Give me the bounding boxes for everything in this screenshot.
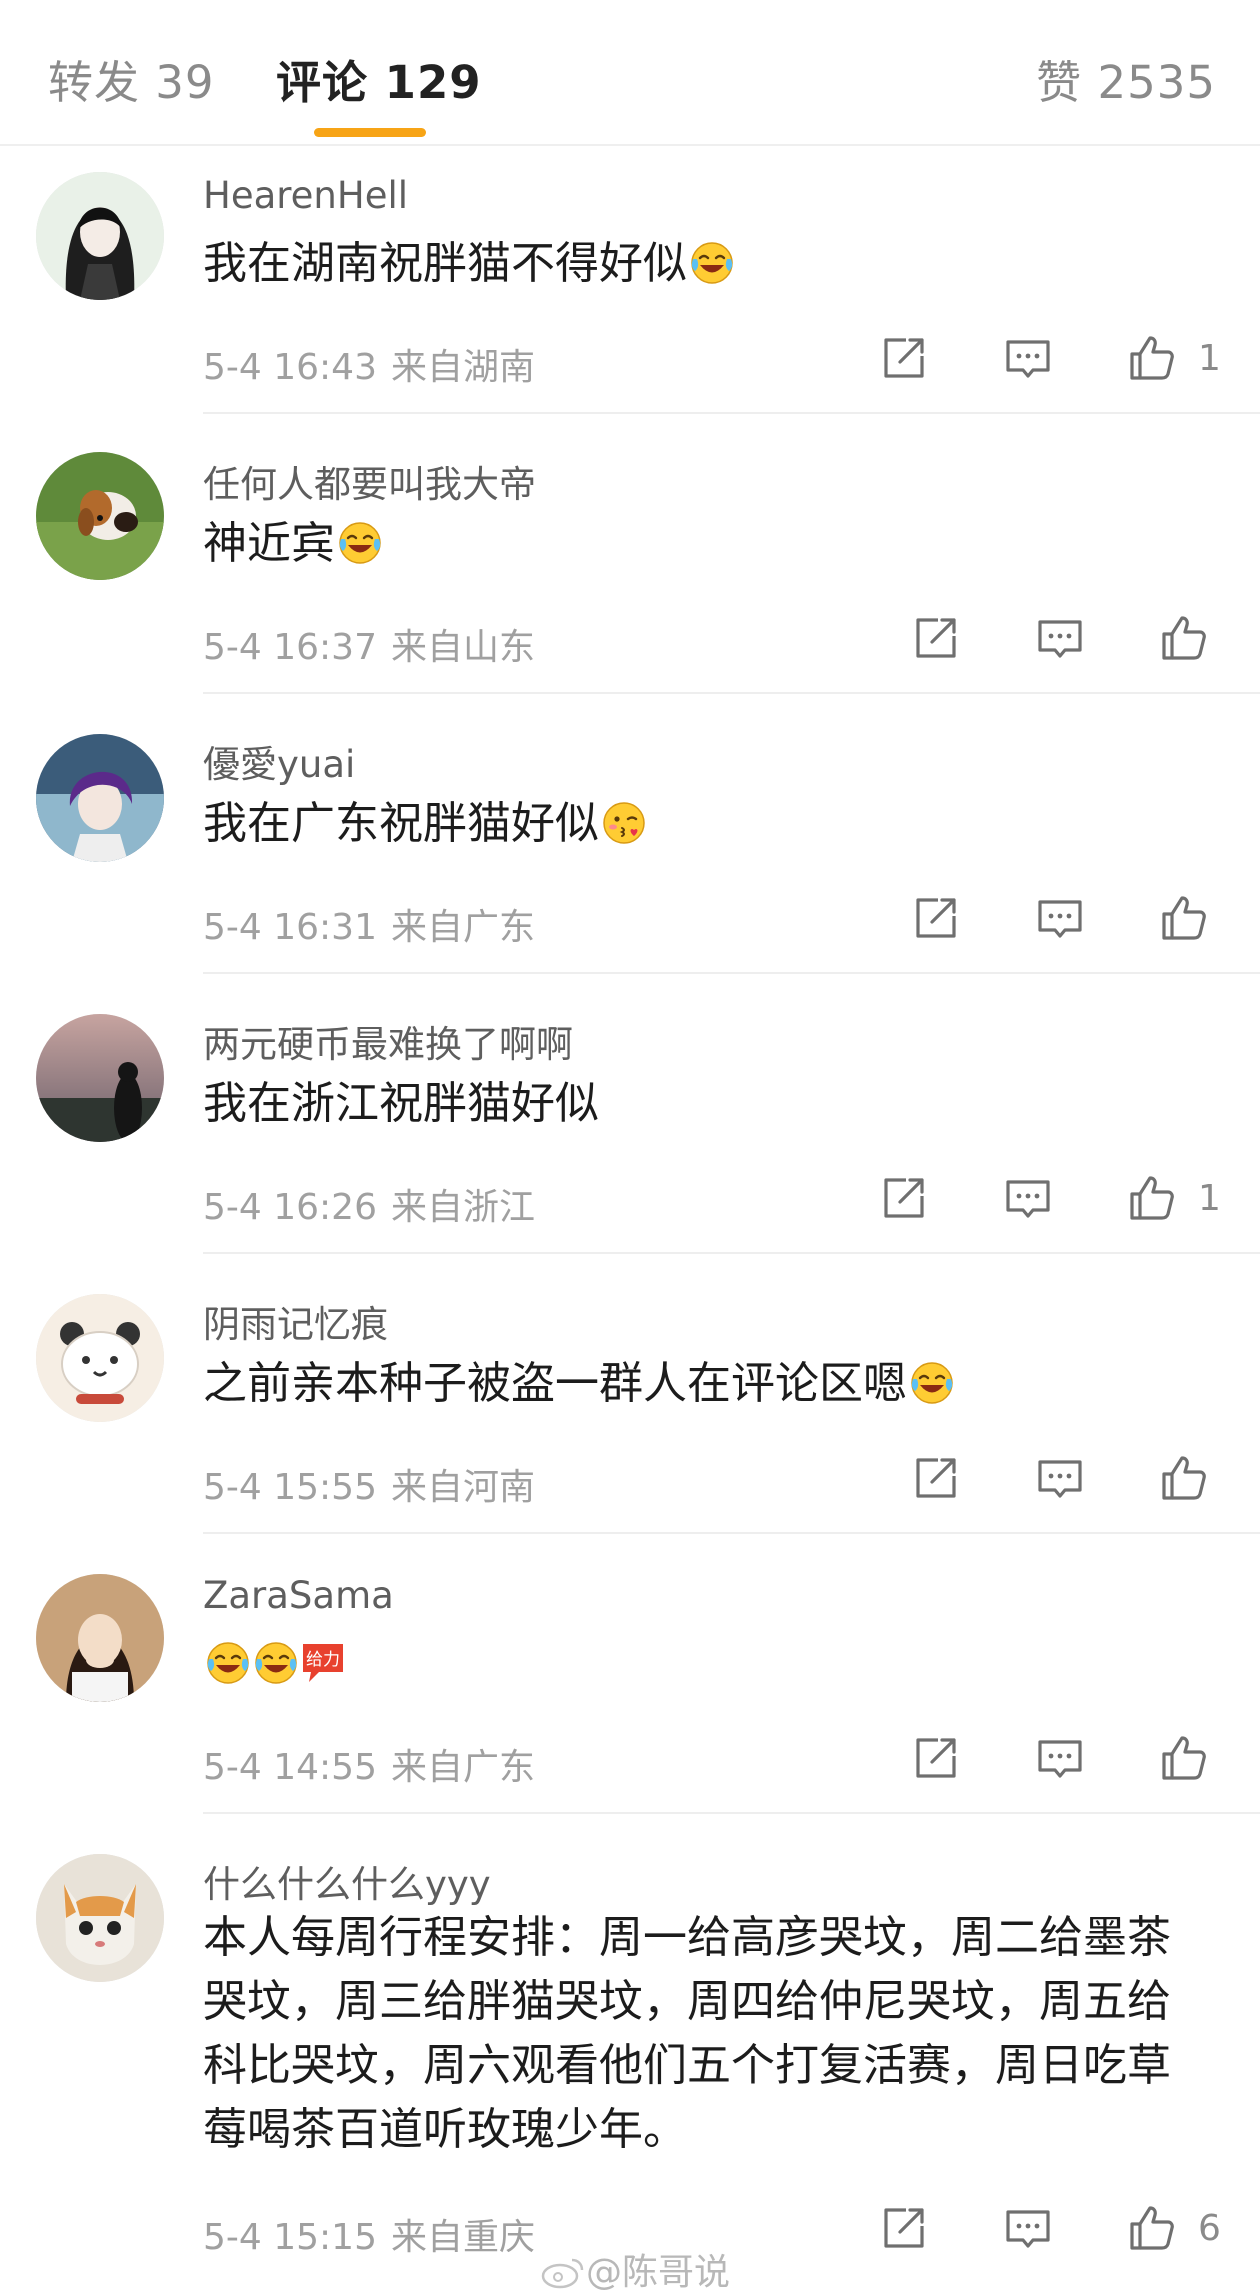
thumbs-up-icon[interactable] (1156, 610, 1212, 666)
avatar[interactable] (36, 734, 164, 862)
timestamp: 5-4 16:26 (203, 1187, 377, 1228)
timestamp: 5-4 16:43 (203, 347, 377, 388)
username[interactable]: 什么什么什么yyy (203, 1854, 491, 1908)
kiss-heart-emoji-icon (601, 800, 647, 846)
like-count: 1 (1198, 338, 1221, 379)
comment-text: 本人每周行程安排：周一给高彦哭坟，周二给墨茶哭坟，周三给胖猫哭坟，周四给仲尼哭坟… (203, 1912, 1171, 2155)
thumbs-up-icon[interactable] (1124, 1170, 1180, 1226)
location: 来自广东 (391, 1747, 536, 1788)
share-icon[interactable] (876, 2200, 932, 2256)
like-count: 1 (1198, 1178, 1221, 1219)
comments-page: 转发 39 评论 129 赞 2535 HearenHell 我在湖南祝胖猫不得… (0, 0, 1260, 2295)
comment-item: 两元硬币最难换了啊啊 我在浙江祝胖猫好似 5-4 16:26 来自浙江 1 (0, 974, 1260, 1254)
comment-icon[interactable] (1032, 1450, 1088, 1506)
comment-icon[interactable] (1032, 1730, 1088, 1786)
timestamp: 5-4 16:31 (203, 907, 377, 948)
thumbs-up-icon[interactable] (1124, 330, 1180, 386)
comment-text-content: 我在广东祝胖猫好似 (203, 798, 599, 849)
thumbs-up-icon[interactable] (1156, 890, 1212, 946)
comment-item: 阴雨记忆痕 之前亲本种子被盗一群人在评论区嗯 5-4 15:55 来自河南 (0, 1254, 1260, 1534)
comment-text: 神近宾 (203, 512, 383, 576)
username[interactable]: 優愛yuai (203, 734, 355, 788)
timestamp: 5-4 16:37 (203, 627, 377, 668)
laugh-cry-emoji-icon (205, 1640, 251, 1686)
username[interactable]: HearenHell (203, 174, 408, 217)
timestamp: 5-4 15:15 (203, 2217, 377, 2258)
username[interactable]: ZaraSama (203, 1574, 394, 1617)
share-icon[interactable] (908, 890, 964, 946)
comment-item: HearenHell 我在湖南祝胖猫不得好似 5-4 16:43 来自湖南 1 (0, 146, 1260, 426)
comment-meta: 5-4 16:31 来自广东 (203, 898, 535, 950)
share-icon[interactable] (908, 1730, 964, 1786)
avatar[interactable] (36, 452, 164, 580)
thumbs-up-icon[interactable] (1156, 1450, 1212, 1506)
comment-meta: 5-4 16:37 来自山东 (203, 618, 535, 670)
weibo-logo-icon (540, 2254, 586, 2290)
comment-item: ZaraSama 给力 5-4 14:55 来自广东 (0, 1534, 1260, 1814)
location: 来自山东 (391, 627, 536, 668)
sticker-text: 给力 (306, 1650, 340, 1670)
laugh-cry-emoji-icon (253, 1640, 299, 1686)
laugh-cry-emoji-icon (337, 520, 383, 566)
location: 来自浙江 (391, 1187, 536, 1228)
comment-icon[interactable] (1000, 2200, 1056, 2256)
comment-text-content: 神近宾 (203, 518, 335, 569)
comment-icon[interactable] (1032, 610, 1088, 666)
watermark-text: @陈哥说 (586, 2252, 731, 2293)
share-icon[interactable] (908, 610, 964, 666)
location: 来自广东 (391, 907, 536, 948)
comment-icon[interactable] (1000, 330, 1056, 386)
like-count: 6 (1198, 2208, 1221, 2249)
comment-icon[interactable] (1000, 1170, 1056, 1226)
thumbs-up-icon[interactable] (1156, 1730, 1212, 1786)
comment-item: 優愛yuai 我在广东祝胖猫好似 5-4 16:31 来自广东 (0, 694, 1260, 974)
geili-sticker-icon: 给力 (299, 1638, 347, 1682)
avatar[interactable] (36, 1574, 164, 1702)
avatar[interactable] (36, 1854, 164, 1982)
comment-meta: 5-4 16:43 来自湖南 (203, 338, 535, 390)
thumbs-up-icon[interactable] (1124, 2200, 1180, 2256)
comment-text: 我在浙江祝胖猫好似 (203, 1072, 599, 1136)
comment-text: 我在湖南祝胖猫不得好似 (203, 232, 735, 296)
timestamp: 5-4 14:55 (203, 1747, 377, 1788)
comment-meta: 5-4 14:55 来自广东 (203, 1738, 535, 1790)
comment-item: 什么什么什么yyy 本人每周行程安排：周一给高彦哭坟，周二给墨茶哭坟，周三给胖猫… (0, 1814, 1260, 2295)
watermark: @陈哥说 (540, 2243, 730, 2295)
share-icon[interactable] (876, 330, 932, 386)
timestamp: 5-4 15:55 (203, 1467, 377, 1508)
username[interactable]: 任何人都要叫我大帝 (203, 454, 536, 508)
comment-meta: 5-4 15:15 来自重庆 (203, 2208, 535, 2260)
comment-text-content: 我在湖南祝胖猫不得好似 (203, 238, 687, 289)
comment-text-content: 之前亲本种子被盗一群人在评论区嗯 (203, 1358, 907, 1409)
laugh-cry-emoji-icon (689, 240, 735, 286)
laugh-cry-emoji-icon (909, 1360, 955, 1406)
location: 来自湖南 (391, 347, 536, 388)
username[interactable]: 两元硬币最难换了啊啊 (203, 1014, 573, 1068)
comment-meta: 5-4 16:26 来自浙江 (203, 1178, 535, 1230)
username[interactable]: 阴雨记忆痕 (203, 1294, 388, 1348)
avatar[interactable] (36, 1014, 164, 1142)
active-tab-indicator (314, 128, 426, 137)
comment-icon[interactable] (1032, 890, 1088, 946)
tab-bar: 转发 39 评论 129 赞 2535 (0, 0, 1260, 146)
comment-meta: 5-4 15:55 来自河南 (203, 1458, 535, 1510)
tab-repost[interactable]: 转发 39 (48, 46, 215, 111)
share-icon[interactable] (876, 1170, 932, 1226)
location: 来自重庆 (391, 2217, 536, 2258)
comment-text: 给力 (203, 1632, 347, 1696)
avatar[interactable] (36, 172, 164, 300)
share-icon[interactable] (908, 1450, 964, 1506)
tab-comments[interactable]: 评论 129 (276, 46, 482, 111)
comment-text-content: 我在浙江祝胖猫好似 (203, 1078, 599, 1129)
comment-text: 之前亲本种子被盗一群人在评论区嗯 (203, 1352, 955, 1416)
location: 来自河南 (391, 1467, 536, 1508)
tab-likes[interactable]: 赞 2535 (1036, 46, 1216, 111)
comment-text: 我在广东祝胖猫好似 (203, 792, 647, 856)
comment-item: 任何人都要叫我大帝 神近宾 5-4 16:37 来自山东 (0, 414, 1260, 694)
avatar[interactable] (36, 1294, 164, 1422)
